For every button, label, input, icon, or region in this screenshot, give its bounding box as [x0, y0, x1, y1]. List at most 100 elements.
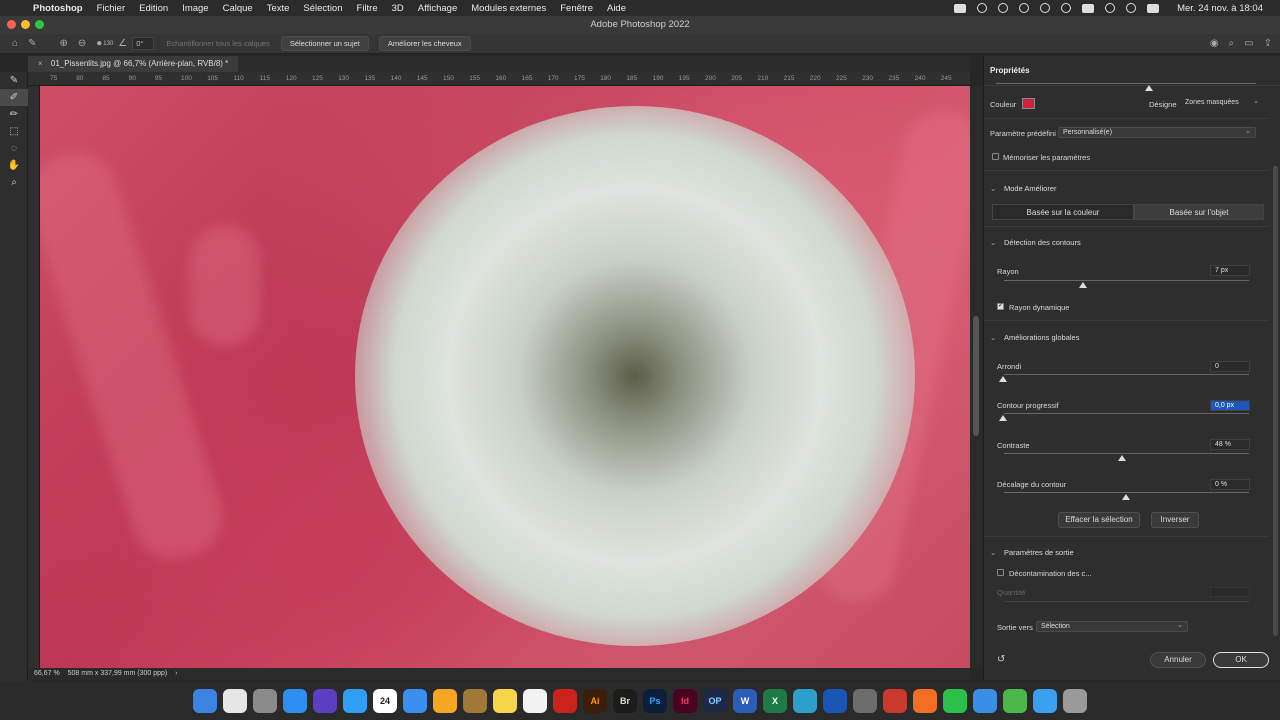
radius-slider-knob[interactable] — [1079, 282, 1087, 288]
color-swatch[interactable] — [1022, 98, 1035, 109]
safari-icon[interactable] — [343, 688, 367, 713]
battery-icon[interactable] — [1082, 3, 1095, 13]
word-icon[interactable]: W — [733, 688, 757, 713]
smart-radius-checkbox[interactable] — [997, 301, 1004, 310]
menu-texte[interactable]: Texte — [260, 3, 297, 14]
sample-all-layers-label[interactable]: Echantillonner tous les calques — [166, 39, 269, 48]
invert-button[interactable]: Inverser — [1151, 512, 1199, 528]
installer-icon[interactable] — [1003, 688, 1027, 713]
refine-mode-section[interactable]: ⌄ Mode Améliorer — [990, 184, 1057, 193]
object-selection-icon[interactable]: ⬚ — [0, 123, 28, 140]
clock-icon[interactable] — [1040, 3, 1051, 13]
search-icon[interactable]: ⌕ — [1229, 38, 1235, 49]
subtract-from-selection-icon[interactable]: ⊖ — [78, 38, 86, 49]
contrast-slider-track[interactable] — [1004, 453, 1249, 454]
preset-dropdown[interactable]: Personnalisé(e) — [1058, 127, 1256, 138]
workspace-icon[interactable]: ▭ — [1244, 38, 1253, 49]
menu-fichier[interactable]: Fichier — [90, 3, 133, 14]
menu-fenetre[interactable]: Fenêtre — [553, 3, 600, 14]
calendar-icon[interactable]: 24 — [373, 688, 397, 713]
facetime-icon[interactable] — [943, 688, 967, 713]
smooth-slider-track[interactable] — [1004, 374, 1249, 375]
radius-slider-track[interactable] — [1004, 280, 1249, 281]
radius-input[interactable]: 7 px — [1210, 265, 1250, 276]
menu-affichage[interactable]: Affichage — [411, 3, 464, 14]
brush-tool-icon[interactable]: ✏ — [0, 106, 28, 123]
home-icon[interactable]: ⌂ — [12, 38, 18, 49]
brave-icon[interactable] — [913, 688, 937, 713]
horizontal-ruler[interactable]: 75 80 85 90 95 100 105 110 115 120 125 130 135 140 145… — [28, 72, 970, 86]
vertical-scrollbar[interactable] — [970, 86, 983, 668]
ok-button[interactable]: OK — [1213, 652, 1269, 668]
lasso-tool-icon[interactable]: ◌ — [0, 140, 28, 157]
mode-object-button[interactable]: Basée sur l'objet — [1134, 204, 1264, 220]
menubar-clock[interactable]: Mer. 24 nov. à 18:04 — [1170, 3, 1270, 14]
opacity-slider-track[interactable] — [996, 83, 1256, 84]
designates-dropdown[interactable]: Zones masquées — [1181, 97, 1263, 107]
output-settings-section[interactable]: ⌄ Paramètres de sortie — [990, 548, 1074, 557]
menu-modules-externes[interactable]: Modules externes — [464, 3, 553, 14]
play-icon[interactable] — [1061, 3, 1072, 13]
vertical-ruler[interactable] — [28, 86, 40, 668]
shift-edge-slider-track[interactable] — [1004, 492, 1249, 493]
close-window-icon[interactable] — [7, 20, 16, 29]
menu-edition[interactable]: Edition — [132, 3, 175, 14]
quick-selection-tool-icon[interactable]: ✎ — [28, 38, 36, 49]
siri-icon[interactable] — [313, 688, 337, 713]
scrollbar-thumb[interactable] — [973, 316, 979, 436]
reset-icon[interactable]: ↺ — [997, 654, 1005, 665]
dxo-icon[interactable]: OP — [703, 688, 727, 713]
menu-selection[interactable]: Sélection — [296, 3, 349, 14]
app-menu[interactable]: Photoshop — [26, 3, 90, 14]
shift-edge-slider-knob[interactable] — [1122, 494, 1130, 500]
zoom-window-icon[interactable] — [35, 20, 44, 29]
brush-preset-icon[interactable]: ● — [96, 38, 102, 49]
menu-filtre[interactable]: Filtre — [350, 3, 385, 14]
smooth-slider-knob[interactable] — [999, 376, 1007, 382]
brush-size[interactable]: 130 — [103, 41, 113, 47]
bitwarden-icon[interactable] — [823, 688, 847, 713]
system-preferences-icon[interactable] — [853, 688, 877, 713]
output-to-dropdown[interactable]: Sélection — [1036, 621, 1188, 632]
refine-edge-brush-icon[interactable]: ✐ — [0, 89, 28, 106]
share-icon[interactable]: ⇪ — [1264, 38, 1272, 49]
smooth-input[interactable]: 0 — [1210, 361, 1250, 372]
folder-icon[interactable] — [1033, 688, 1057, 713]
contrast-input[interactable]: 48 % — [1210, 439, 1250, 450]
bridge-icon[interactable]: Br — [613, 688, 637, 713]
app-store-icon[interactable] — [283, 688, 307, 713]
menu-image[interactable]: Image — [175, 3, 215, 14]
launchpad-icon[interactable] — [253, 688, 277, 713]
mode-color-button[interactable]: Basée sur la couleur — [992, 204, 1134, 220]
menu-3d[interactable]: 3D — [385, 3, 411, 14]
zoom-level[interactable]: 66,67 % — [34, 670, 60, 677]
edge-detection-section[interactable]: ⌄ Détection des contours — [990, 238, 1081, 247]
shift-edge-input[interactable]: 0 % — [1210, 479, 1250, 490]
mail-icon[interactable] — [403, 688, 427, 713]
photos-icon[interactable] — [433, 688, 457, 713]
zoom-tool-icon[interactable]: ⌕ — [0, 174, 28, 191]
minimize-window-icon[interactable] — [21, 20, 30, 29]
photoshop-icon[interactable]: Ps — [643, 688, 667, 713]
menu-aide[interactable]: Aide — [600, 3, 633, 14]
excel-icon[interactable]: X — [763, 688, 787, 713]
status-chevron-icon[interactable]: › — [175, 670, 177, 677]
search-icon[interactable] — [1126, 3, 1137, 13]
record-icon[interactable] — [998, 3, 1009, 13]
close-tab-icon[interactable]: × — [38, 59, 43, 68]
feather-slider-track[interactable] — [1004, 413, 1249, 414]
trash-icon[interactable] — [1063, 688, 1087, 713]
feather-slider-knob[interactable] — [999, 415, 1007, 421]
add-to-selection-icon[interactable]: ⊕ — [59, 38, 67, 49]
hand-tool-icon[interactable]: ✋ — [0, 157, 28, 174]
cloud-icon[interactable] — [1019, 3, 1030, 13]
wifi-icon[interactable] — [1105, 3, 1116, 13]
document-tab[interactable]: × 01_Pissenlits.jpg @ 66,7% (Arrière-pla… — [28, 56, 239, 72]
menu-calque[interactable]: Calque — [216, 3, 260, 14]
finder-icon[interactable] — [193, 688, 217, 713]
clear-selection-button[interactable]: Effacer la sélection — [1058, 512, 1140, 528]
indesign-icon[interactable]: Id — [673, 688, 697, 713]
skype-icon[interactable] — [973, 688, 997, 713]
contrast-slider-knob[interactable] — [1118, 455, 1126, 461]
chrome-icon[interactable] — [523, 688, 547, 713]
